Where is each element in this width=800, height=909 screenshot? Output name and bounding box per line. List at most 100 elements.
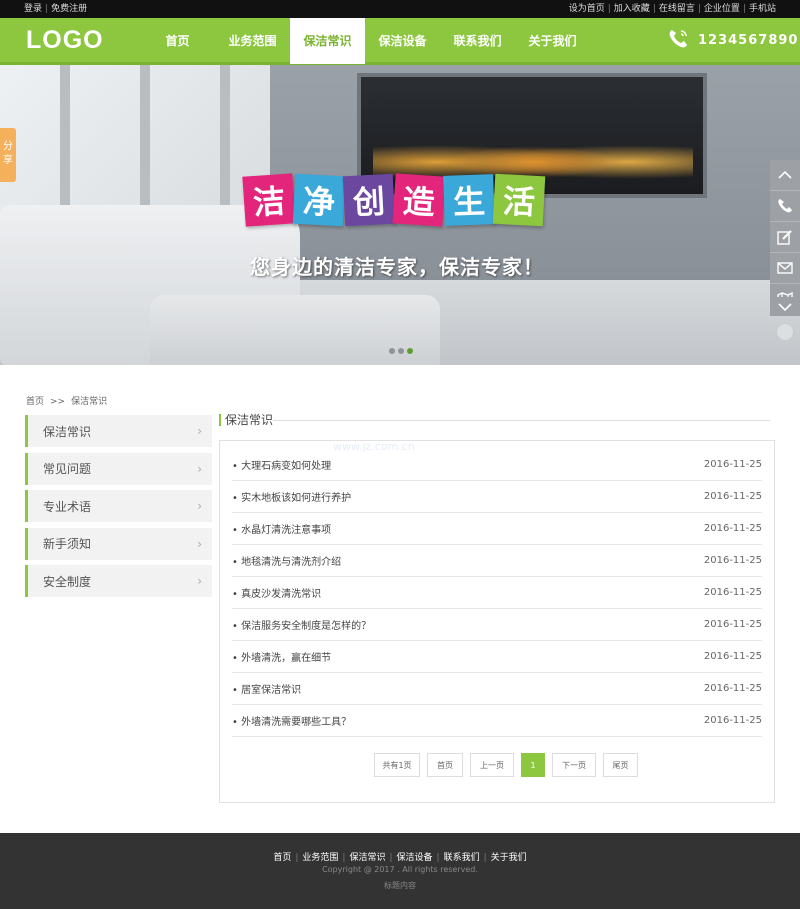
sidebar-menu: 保洁常识 › 常见问题 › 专业术语 › 新手须知 › 安全制度 › xyxy=(25,415,212,603)
article-date: 2016-11-25 xyxy=(703,683,762,694)
list-item[interactable]: • 地毯清洗与清洗剂介绍 2016-11-25 xyxy=(232,545,762,577)
footer-link-cleaning-equipment[interactable]: 保洁设备 xyxy=(397,853,433,863)
breadcrumb: 首页 >> 保洁常识 xyxy=(26,394,107,407)
list-item[interactable]: • 居室保洁常识 2016-11-25 xyxy=(232,673,762,705)
sidebar-item-label: 新手须知 xyxy=(43,537,92,551)
article-date: 2016-11-25 xyxy=(703,619,762,630)
sofa-cushion-image xyxy=(150,295,440,365)
register-link[interactable]: 免费注册 xyxy=(51,4,87,14)
banner-title-char: 生 xyxy=(443,174,495,226)
chevron-up-icon[interactable] xyxy=(770,160,800,191)
article-date: 2016-11-25 xyxy=(703,715,762,726)
sidebar-item-safety-rules[interactable]: 安全制度 › xyxy=(25,565,212,597)
sidebar-item-label: 保洁常识 xyxy=(43,424,92,439)
chevron-right-icon: › xyxy=(197,499,202,513)
chevron-down-icon[interactable] xyxy=(770,297,800,316)
footer-link-home[interactable]: 首页 xyxy=(273,853,291,863)
sidebar-item-terminology[interactable]: 专业术语 › xyxy=(25,490,212,522)
floating-toolbar xyxy=(770,160,800,316)
sidebar-item-cleaning-tips[interactable]: 保洁常识 › xyxy=(25,415,212,447)
article-date: 2016-11-25 xyxy=(703,459,762,470)
sidebar-item-faq[interactable]: 常见问题 › xyxy=(25,452,212,485)
phone-number: 1234567890 xyxy=(698,32,799,48)
footer-link-about-us[interactable]: 关于我们 xyxy=(491,853,527,863)
nav-cleaning-tips[interactable]: 保洁常识 xyxy=(290,18,365,64)
company-location-link[interactable]: 企业位置 xyxy=(704,4,740,14)
pager-next-button[interactable]: 下一页 xyxy=(552,753,596,777)
pager-last-button[interactable]: 尾页 xyxy=(603,753,638,777)
share-tab[interactable]: 分享 xyxy=(0,128,16,182)
article-date: 2016-11-25 xyxy=(703,491,762,502)
list-item[interactable]: • 真皮沙发清洗常识 2016-11-25 xyxy=(232,577,762,609)
sidebar-item-beginner-notes[interactable]: 新手须知 › xyxy=(25,527,212,560)
slider-dot-active[interactable] xyxy=(407,348,413,354)
nav-contact-us[interactable]: 联系我们 xyxy=(440,18,515,62)
article-title[interactable]: • 外墙清洗，赢在细节 xyxy=(232,649,331,664)
footer-extra-text: 标题内容 xyxy=(384,881,416,890)
article-title[interactable]: • 外墙清洗需要哪些工具？ xyxy=(232,713,351,728)
sidebar-item-label: 安全制度 xyxy=(43,574,92,589)
article-date: 2016-11-25 xyxy=(703,587,762,598)
banner-title-char: 净 xyxy=(292,173,346,227)
pager-prev-button[interactable]: 上一页 xyxy=(470,753,514,777)
site-logo[interactable]: LOGO xyxy=(26,24,104,56)
breadcrumb-current: 保洁常识 xyxy=(71,397,108,407)
footer-link-business-scope[interactable]: 业务范围 xyxy=(302,853,338,863)
back-to-top-button[interactable] xyxy=(776,323,794,341)
top-bar: 登录 | 免费注册 设为首页 | 加入收藏 | 在线留言 | 企业位置 | 手机站 xyxy=(0,0,800,18)
article-title[interactable]: • 地毯清洗与清洗剂介绍 xyxy=(232,553,341,568)
article-date: 2016-11-25 xyxy=(703,523,762,534)
breadcrumb-separator: >> xyxy=(50,397,66,407)
phone-icon[interactable] xyxy=(770,191,800,222)
edit-icon[interactable] xyxy=(770,222,800,253)
footer: 首页 | 业务范围 | 保洁常识 | 保洁设备 | 联系我们 | 关于我们 Copyright @ … xyxy=(0,833,800,909)
breadcrumb-home[interactable]: 首页 xyxy=(26,397,44,407)
chevron-right-icon: › xyxy=(197,461,202,476)
pager-first-button[interactable]: 首页 xyxy=(427,753,463,777)
share-label: 分享 xyxy=(3,141,13,166)
set-homepage-link[interactable]: 设为首页 xyxy=(569,4,605,14)
article-title[interactable]: • 真皮沙发清洗常识 xyxy=(232,585,321,600)
slider-dot[interactable] xyxy=(389,348,395,354)
slider-dot[interactable] xyxy=(398,348,404,354)
footer-link-cleaning-tips[interactable]: 保洁常识 xyxy=(349,853,385,863)
online-message-link[interactable]: 在线留言 xyxy=(659,4,695,14)
section-title: 保洁常识 xyxy=(225,413,274,427)
article-title[interactable]: • 大理石病变如何处理 xyxy=(232,457,331,472)
login-link[interactable]: 登录 xyxy=(24,4,42,14)
footer-copyright: Copyright @ 2017 . All rights reserved. xyxy=(322,865,478,874)
footer-links: 首页 | 业务范围 | 保洁常识 | 保洁设备 | 联系我们 | 关于我们 xyxy=(273,853,527,863)
banner-title-char: 创 xyxy=(342,173,396,227)
list-item[interactable]: • 大理石病变如何处理 2016-11-25 xyxy=(232,449,762,481)
nav-about-us[interactable]: 关于我们 xyxy=(515,18,590,62)
nav-business-scope[interactable]: 业务范围 xyxy=(215,18,290,62)
pagination: 共有1页 首页 上一页 1 下一页 尾页 xyxy=(374,753,645,777)
section-header: 保洁常识 xyxy=(219,411,770,429)
list-item[interactable]: • 保洁服务安全制度是怎样的？ 2016-11-25 xyxy=(232,609,762,641)
banner-slogan: 您身边的清洁专家，保洁专家！ xyxy=(250,255,544,279)
chevron-right-icon: › xyxy=(197,536,202,551)
add-favorite-link[interactable]: 加入收藏 xyxy=(614,4,650,14)
nav-cleaning-equipment[interactable]: 保洁设备 xyxy=(365,18,440,62)
article-date: 2016-11-25 xyxy=(703,555,762,566)
article-title[interactable]: • 保洁服务安全制度是怎样的？ xyxy=(232,617,371,632)
article-title[interactable]: • 居室保洁常识 xyxy=(232,681,301,696)
slider-dots xyxy=(389,348,416,354)
list-item[interactable]: • 外墙清洗需要哪些工具？ 2016-11-25 xyxy=(232,705,762,737)
mail-icon[interactable] xyxy=(770,253,800,284)
article-title[interactable]: • 水晶灯清洗注意事项 xyxy=(232,521,331,536)
banner-title: 洁 净 创 造 生 活 xyxy=(242,173,546,227)
banner-title-char: 活 xyxy=(492,173,546,227)
article-date: 2016-11-25 xyxy=(703,651,762,662)
chevron-right-icon: › xyxy=(197,424,202,438)
nav-home[interactable]: 首页 xyxy=(140,18,215,62)
sidebar-item-label: 专业术语 xyxy=(43,499,92,514)
list-item[interactable]: • 水晶灯清洗注意事项 2016-11-25 xyxy=(232,513,762,545)
pager-current-page[interactable]: 1 xyxy=(521,753,545,777)
main-nav: 首页 业务范围 保洁常识 保洁设备 联系我们 关于我们 xyxy=(140,18,590,64)
list-item[interactable]: • 实木地板该如何进行养护 2016-11-25 xyxy=(232,481,762,513)
article-title[interactable]: • 实木地板该如何进行养护 xyxy=(232,489,351,504)
footer-link-contact-us[interactable]: 联系我们 xyxy=(444,853,480,863)
mobile-site-link[interactable]: 手机站 xyxy=(749,4,776,14)
list-item[interactable]: • 外墙清洗，赢在细节 2016-11-25 xyxy=(232,641,762,673)
